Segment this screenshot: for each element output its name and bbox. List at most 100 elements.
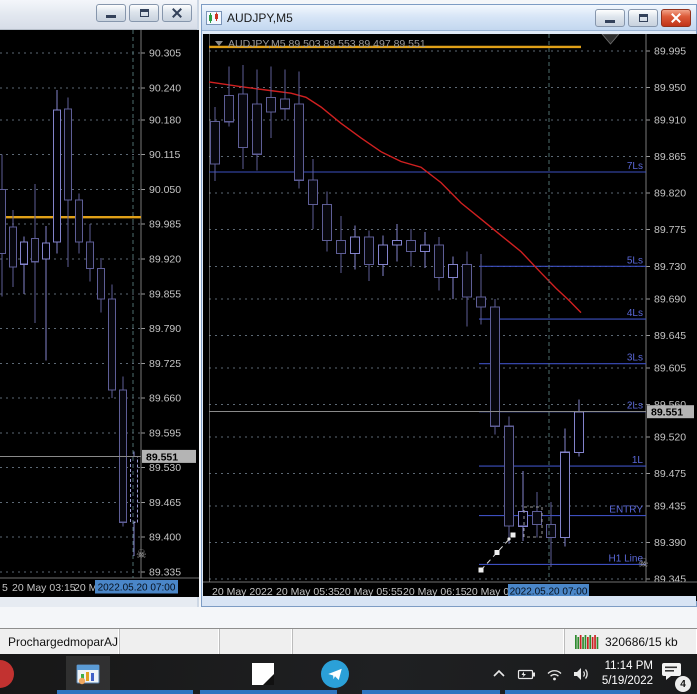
price-tick-label: 90.050	[149, 184, 181, 196]
price-tick-label: 89.605	[654, 362, 686, 374]
svg-text:89.551: 89.551	[651, 407, 683, 419]
titlebar-inactive[interactable]	[0, 0, 197, 30]
status-cell-empty	[293, 629, 565, 654]
connection-histogram-icon	[575, 634, 599, 649]
maximize-button[interactable]	[129, 4, 159, 22]
candle	[74, 193, 84, 254]
candle	[8, 209, 18, 287]
candle	[405, 228, 417, 267]
moving-average-line	[208, 81, 582, 314]
candle	[489, 298, 501, 435]
price-tick-label: 89.790	[149, 323, 181, 335]
price-tick-label: 89.400	[149, 532, 181, 544]
price-tick-label: 89.725	[149, 358, 181, 370]
mdi-workspace: 90.305 90.240 90.180 90.115 90.050 89.985 89.9…	[0, 0, 697, 628]
desktop: 90.305 90.240 90.180 90.115 90.050 89.985 89.9…	[0, 0, 697, 694]
chart-canvas-left[interactable]: 90.305 90.240 90.180 90.115 90.050 89.985 89.9…	[0, 30, 199, 597]
close-button[interactable]	[661, 9, 691, 27]
price-tick-label: 89.820	[654, 188, 686, 200]
restore-button[interactable]	[628, 9, 658, 27]
candle	[349, 225, 361, 270]
level-label: 5Ls	[627, 255, 643, 266]
taskbar: 11:14 PM 5/19/2022 4	[0, 654, 697, 694]
candle	[391, 224, 403, 262]
price-tick-label: 89.920	[149, 254, 181, 266]
price-tick-label: 89.775	[654, 224, 686, 236]
level-label: 2Ls	[627, 401, 643, 412]
maximize-icon	[139, 9, 149, 17]
candle	[209, 107, 221, 181]
chart-window-icon	[206, 10, 222, 26]
price-tick-label: 89.435	[654, 500, 686, 512]
candle	[363, 230, 375, 281]
candle	[30, 184, 40, 324]
triangle-marker[interactable]	[601, 34, 620, 45]
price-tick-label: 89.985	[149, 219, 181, 231]
skull-marker-icon[interactable]: ☠	[136, 547, 147, 561]
system-tray: 11:14 PM 5/19/2022 4	[487, 654, 697, 694]
candle	[63, 97, 73, 267]
price-tick-label: 89.730	[654, 261, 686, 273]
candle	[321, 191, 333, 252]
metatrader-icon	[76, 664, 100, 685]
level-label: 3Ls	[627, 353, 643, 364]
candle	[419, 232, 431, 268]
trendline-handle[interactable]	[510, 532, 516, 538]
candle	[129, 451, 139, 556]
price-tick-label: 89.595	[149, 427, 181, 439]
price-tick-label: 90.180	[149, 114, 181, 126]
level-label: 7Ls	[627, 161, 643, 172]
minimize-button[interactable]	[595, 9, 625, 27]
taskbar-item-telegram[interactable]	[318, 656, 352, 692]
candle	[433, 237, 445, 291]
price-tick-label: 89.865	[654, 151, 686, 163]
price-tick-label: 90.115	[149, 149, 180, 161]
trendline-handle[interactable]	[478, 567, 484, 573]
minimize-button[interactable]	[96, 4, 126, 22]
window-frame	[202, 596, 696, 606]
taskbar-item-notes[interactable]	[248, 656, 278, 692]
trendline-handle[interactable]	[494, 550, 500, 555]
taskbar-item-metatrader[interactable]	[66, 656, 110, 692]
speaker-icon[interactable]	[573, 667, 591, 681]
candle	[96, 257, 106, 313]
tray-chevron-icon[interactable]	[492, 668, 506, 680]
svg-text:2022.05.20 07:00: 2022.05.20 07:00	[98, 583, 176, 594]
price-tick-label: 89.910	[654, 115, 686, 127]
level-label: ENTRY	[609, 505, 643, 516]
clock-time: 11:14 PM	[604, 660, 653, 672]
close-icon	[670, 12, 682, 24]
candle	[223, 66, 235, 127]
ohlc-collapse-icon[interactable]	[215, 41, 223, 46]
battery-icon[interactable]	[516, 667, 536, 682]
level-label: 4Ls	[627, 308, 643, 319]
notes-app-icon	[252, 663, 274, 685]
candle	[118, 376, 128, 527]
candle	[52, 89, 62, 254]
candle	[265, 66, 277, 138]
candle	[377, 235, 389, 276]
candle	[545, 501, 557, 567]
skull-marker-icon[interactable]: ☠	[638, 556, 649, 570]
titlebar-active[interactable]: AUDJPY,M5	[202, 5, 696, 31]
status-bar: ProchargedmoparAJ 320686/15 kb	[0, 628, 697, 654]
chart-canvas-main[interactable]: 89.995 89.950 89.910 89.865 89.820 89.775 89.7…	[203, 34, 697, 601]
candle	[531, 492, 543, 538]
close-button[interactable]	[162, 4, 192, 22]
taskbar-clock[interactable]: 11:14 PM 5/19/2022	[602, 659, 653, 689]
notification-center-button[interactable]: 4	[661, 662, 691, 692]
ohlc-header: AUDJPY,M5 89.503 89.553 89.497 89.551	[228, 38, 426, 50]
candle	[559, 428, 571, 547]
candle	[447, 256, 459, 299]
price-tick-label: 89.950	[654, 82, 686, 94]
candle	[293, 71, 305, 189]
status-connection[interactable]: 320686/15 kb	[565, 629, 697, 654]
candle	[475, 254, 487, 325]
status-cell-empty	[120, 629, 220, 654]
wifi-icon[interactable]	[546, 668, 563, 681]
cropped-red-logo-icon	[0, 660, 14, 688]
candle	[461, 251, 473, 327]
restore-icon	[638, 14, 648, 22]
candle	[19, 236, 29, 294]
status-account: ProchargedmoparAJ	[0, 629, 120, 654]
